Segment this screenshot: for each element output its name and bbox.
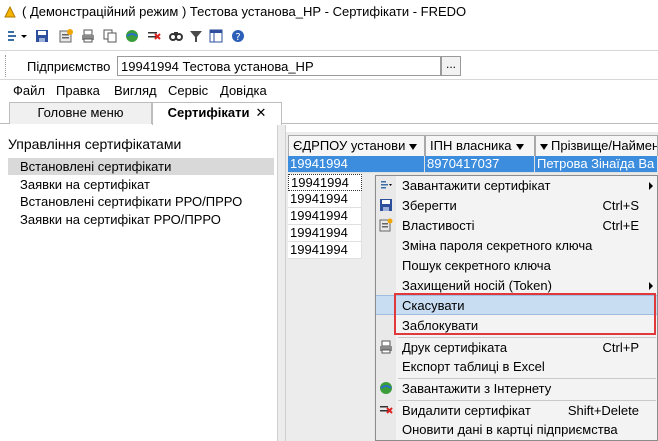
menu-item-find-secret-key[interactable]: Пошук секретного ключа [376,256,657,276]
menu-item-label: Видалити сертифікат [402,403,531,418]
column-header-ipn-label: ІПН власника [430,138,512,153]
panel-splitter[interactable] [277,125,286,441]
svg-text:?: ? [235,32,240,43]
cell-edrpou[interactable]: 19941994 [288,174,362,191]
print-icon[interactable] [80,28,96,44]
menu-help[interactable]: Довідка [220,83,267,98]
delete-icon[interactable] [146,28,162,44]
menu-item-label: Захищений носій (Token) [402,278,552,293]
add-dropdown-icon[interactable] [6,28,30,44]
sort-arrow-icon [409,143,418,150]
title-bar: ( Демонстраційний режим ) Тестова устано… [0,0,658,24]
column-header-ipn[interactable]: ІПН власника [425,135,535,157]
menu-bar: Файл Правка Вигляд Сервіс Довідка [0,82,658,100]
menu-item-label: Друк сертифіката [402,340,508,355]
close-icon[interactable]: ✕ [255,105,266,120]
delete-icon [379,403,393,417]
menu-item-label: Завантажити з Інтернету [402,381,552,396]
menu-item-revoke[interactable]: Скасувати [376,295,657,315]
grid-header: ЄДРПОУ установи ІПН власника Прізвище/На… [286,135,658,157]
grip-handle[interactable] [5,55,8,77]
panel-heading: Управління сертифікатами [8,136,182,152]
context-menu: Завантажити сертифікат Зберегти Ctrl+S В… [375,175,658,441]
menu-view[interactable]: Вигляд [114,83,157,98]
tab-certificates[interactable]: Сертифікати ✕ [152,102,282,125]
globe-icon [379,381,393,395]
grid-icon[interactable] [208,28,224,44]
enterprise-bar: Підприємство 19941994 Тестова установа_Н… [0,50,658,80]
menu-item-shortcut: Ctrl+P [602,340,639,355]
menu-item-label: Пошук секретного ключа [402,258,551,273]
properties-icon [379,218,393,232]
menu-item-properties[interactable]: Властивості Ctrl+E [376,216,657,236]
menu-item-print-certificate[interactable]: Друк сертифіката Ctrl+P [376,338,657,358]
menu-item-export-excel[interactable]: Експорт таблиці в Excel [376,357,657,377]
cell-edrpou[interactable]: 19941994 [288,208,362,225]
cell-name[interactable]: Петрова Зінаїда Ва [535,156,658,173]
menu-item-token[interactable]: Захищений носій (Token) [376,276,657,296]
save-icon[interactable] [34,28,50,44]
tab-main-menu[interactable]: Головне меню [9,102,152,124]
tab-strip: Головне меню Сертифікати ✕ [0,100,658,125]
menu-item-label: Властивості [402,218,475,233]
menu-item-update-enterprise-card[interactable]: Оновити дані в картці підприємства [376,420,657,440]
sort-arrow-icon [540,143,548,150]
nav-item-rro-certificate-requests[interactable]: Заявки на сертифікат РРО/ПРРО [8,211,221,228]
globe-icon[interactable] [124,28,140,44]
nav-item-certificate-requests[interactable]: Заявки на сертифікат [8,176,150,193]
menu-item-label: Заблокувати [402,318,479,333]
menu-item-shortcut: Ctrl+E [602,218,639,233]
menu-service[interactable]: Сервіс [168,83,208,98]
tab-main-menu-label: Головне меню [37,105,124,120]
column-header-edrpou-label: ЄДРПОУ установи [293,138,406,153]
filter-icon[interactable] [188,28,204,44]
add-dropdown-icon [379,178,393,192]
submenu-arrow-icon [649,282,653,290]
menu-item-download-internet[interactable]: Завантажити з Інтернету [376,379,657,399]
enterprise-label: Підприємство [27,59,111,74]
print-icon [379,340,393,354]
menu-file[interactable]: Файл [13,83,45,98]
cell-edrpou[interactable]: 19941994 [288,225,362,242]
save-icon [379,198,393,212]
menu-item-load-certificate[interactable]: Завантажити сертифікат [376,176,657,196]
column-header-name[interactable]: Прізвище/Найменування [535,135,658,157]
app-logo-icon [3,5,17,19]
toolbar: ? [0,25,658,47]
menu-item-label: Експорт таблиці в Excel [402,359,545,374]
enterprise-field[interactable]: 19941994 Тестова установа_НР [117,56,441,76]
cell-edrpou[interactable]: 19941994 [288,191,362,208]
table-row[interactable]: 19941994 8970417037 Петрова Зінаїда Ва [288,156,658,173]
copy-icon[interactable] [102,28,118,44]
nav-item-installed-certificates[interactable]: Встановлені сертифікати [8,158,274,175]
menu-item-delete-certificate[interactable]: Видалити сертифікат Shift+Delete [376,401,657,421]
menu-item-change-key-password[interactable]: Зміна пароля секретного ключа [376,236,657,256]
find-icon[interactable] [168,28,184,44]
column-header-edrpou[interactable]: ЄДРПОУ установи [288,135,425,157]
properties-icon[interactable] [58,28,74,44]
menu-item-label: Зберегти [402,198,457,213]
left-panel: Управління сертифікатами Встановлені сер… [0,125,286,441]
menu-item-shortcut: Shift+Delete [567,403,639,418]
nav-item-installed-rro-certificates[interactable]: Встановлені сертифікати РРО/ПРРО [8,193,242,210]
menu-item-shortcut: Ctrl+S [602,198,639,213]
menu-item-label: Скасувати [402,298,465,313]
sort-arrow-icon [515,143,524,150]
menu-item-label: Оновити дані в картці підприємства [402,422,618,437]
menu-item-label: Зміна пароля секретного ключа [402,238,593,253]
help-icon[interactable]: ? [230,28,246,44]
window-title: ( Демонстраційний режим ) Тестова устано… [22,4,467,19]
cell-ipn[interactable]: 8970417037 [425,156,535,173]
column-header-name-label: Прізвище/Найменування [551,138,658,153]
enterprise-browse-button[interactable]: ... [441,56,461,76]
menu-item-label: Завантажити сертифікат [402,178,551,193]
cell-edrpou[interactable]: 19941994 [288,156,425,173]
tab-certificates-label: Сертифікати [167,105,250,120]
submenu-arrow-icon [649,182,653,190]
menu-item-save[interactable]: Зберегти Ctrl+S [376,196,657,216]
menu-item-block[interactable]: Заблокувати [376,316,657,336]
menu-edit[interactable]: Правка [56,83,100,98]
cell-edrpou[interactable]: 19941994 [288,242,362,259]
